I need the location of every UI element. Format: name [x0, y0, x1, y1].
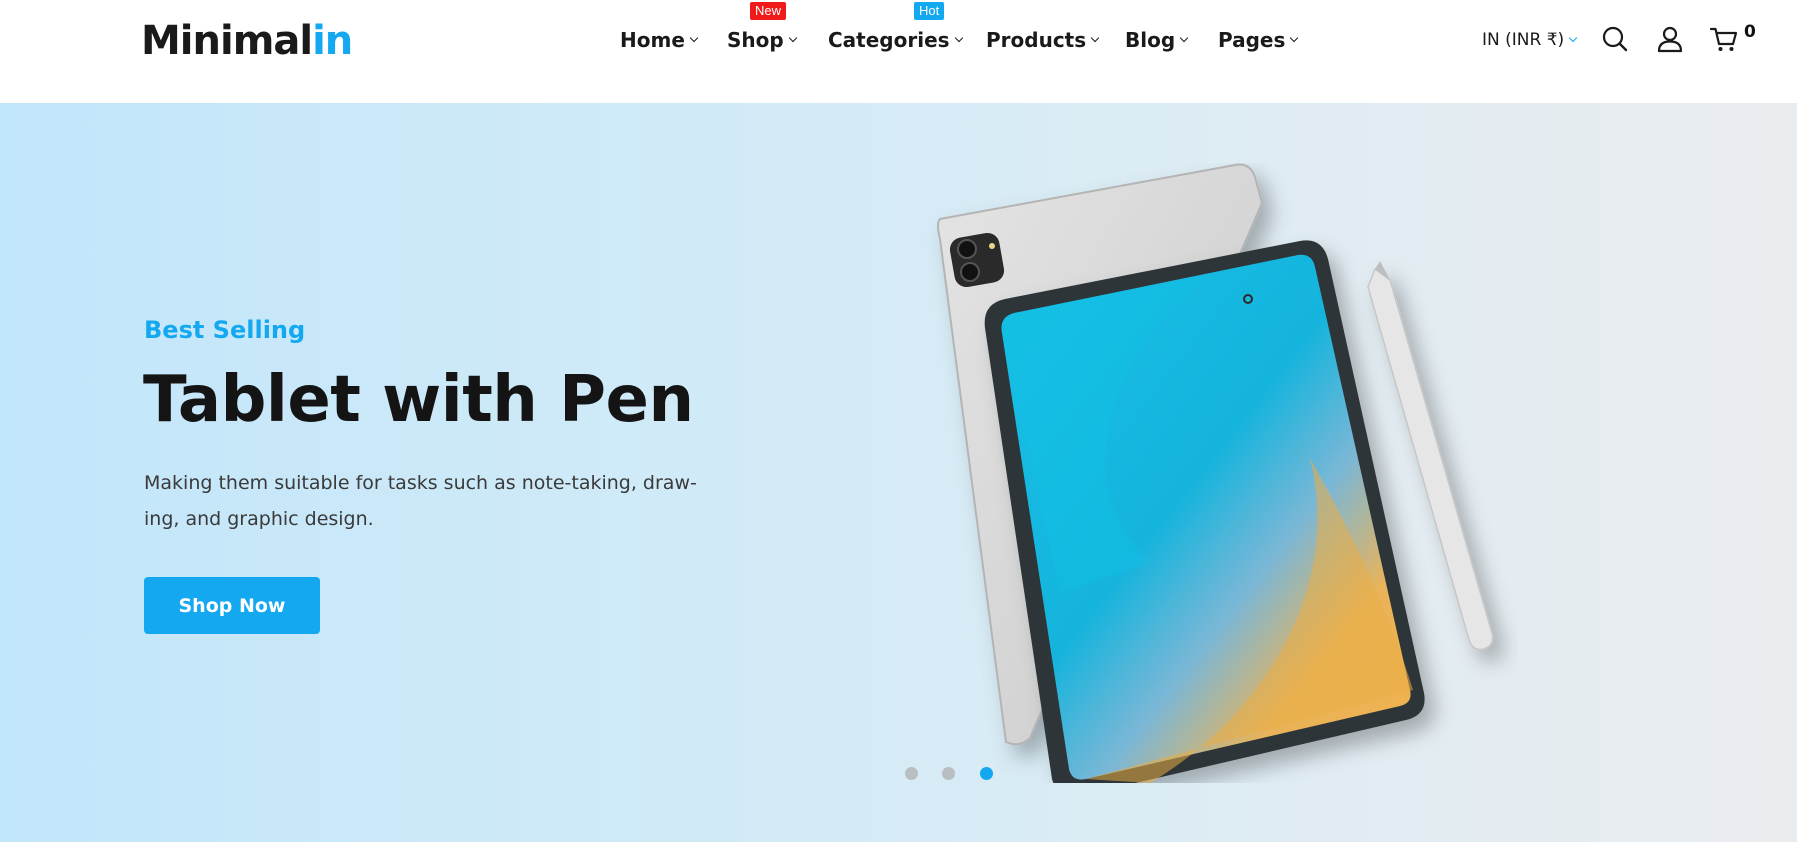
- cart-count-badge: 0: [1744, 22, 1756, 42]
- badge-hot: Hot: [914, 2, 945, 20]
- chevron-down-icon: [1290, 33, 1299, 43]
- brand-name-part2: in: [312, 18, 353, 64]
- nav-item-label: Pages: [1218, 28, 1286, 52]
- chevron-down-icon: [1568, 33, 1578, 43]
- hero-title: Tablet with Pen: [143, 363, 694, 437]
- nav-item-label: Shop: [727, 28, 784, 52]
- chevron-down-icon: [788, 33, 797, 43]
- user-icon: [1657, 26, 1683, 53]
- hero-eyebrow: Best Selling: [144, 316, 306, 344]
- camera-module: [949, 232, 1005, 288]
- nav-item-shop[interactable]: Shop: [727, 28, 797, 52]
- nav-item-label: Categories: [828, 28, 950, 52]
- cart-button[interactable]: [1709, 24, 1739, 54]
- tablet-with-pen-image: [937, 163, 1494, 783]
- chevron-down-icon: [1090, 33, 1100, 43]
- badge-new: New: [750, 2, 787, 20]
- search-icon: [1602, 26, 1628, 52]
- nav-item-pages[interactable]: Pages: [1218, 28, 1299, 52]
- account-button[interactable]: [1655, 24, 1685, 54]
- hero-slider: Best Selling Tablet with Pen Making them…: [0, 103, 1797, 842]
- nav-item-label: Blog: [1125, 28, 1176, 52]
- nav-item-blog[interactable]: Blog: [1125, 28, 1189, 52]
- site-header: Minimalin Home New Shop Hot Categories P…: [0, 0, 1797, 103]
- brand-name-part1: Minimal: [141, 18, 313, 64]
- slider-dot-1[interactable]: [905, 767, 918, 780]
- nav-item-products[interactable]: Products: [986, 28, 1100, 52]
- chevron-down-icon: [689, 33, 699, 43]
- search-button[interactable]: [1600, 24, 1630, 54]
- currency-label: IN (INR ₹): [1482, 30, 1565, 50]
- currency-selector[interactable]: IN (INR ₹): [1482, 30, 1578, 50]
- slider-dot-3[interactable]: [980, 767, 993, 780]
- chevron-down-icon: [1179, 33, 1189, 43]
- slider-pagination: [0, 767, 1797, 781]
- nav-item-label: Home: [620, 28, 685, 52]
- cart-icon: [1709, 27, 1738, 51]
- nav-item-label: Products: [986, 28, 1087, 52]
- shop-now-button[interactable]: Shop Now: [144, 577, 320, 634]
- hero-description: Making them suitable for tasks such as n…: [144, 472, 697, 530]
- brand-logo[interactable]: Minimalin: [141, 18, 353, 64]
- chevron-down-icon: [954, 33, 963, 43]
- nav-item-home[interactable]: Home: [620, 28, 699, 52]
- slider-dot-2[interactable]: [942, 767, 955, 780]
- nav-item-categories[interactable]: Categories: [828, 28, 963, 52]
